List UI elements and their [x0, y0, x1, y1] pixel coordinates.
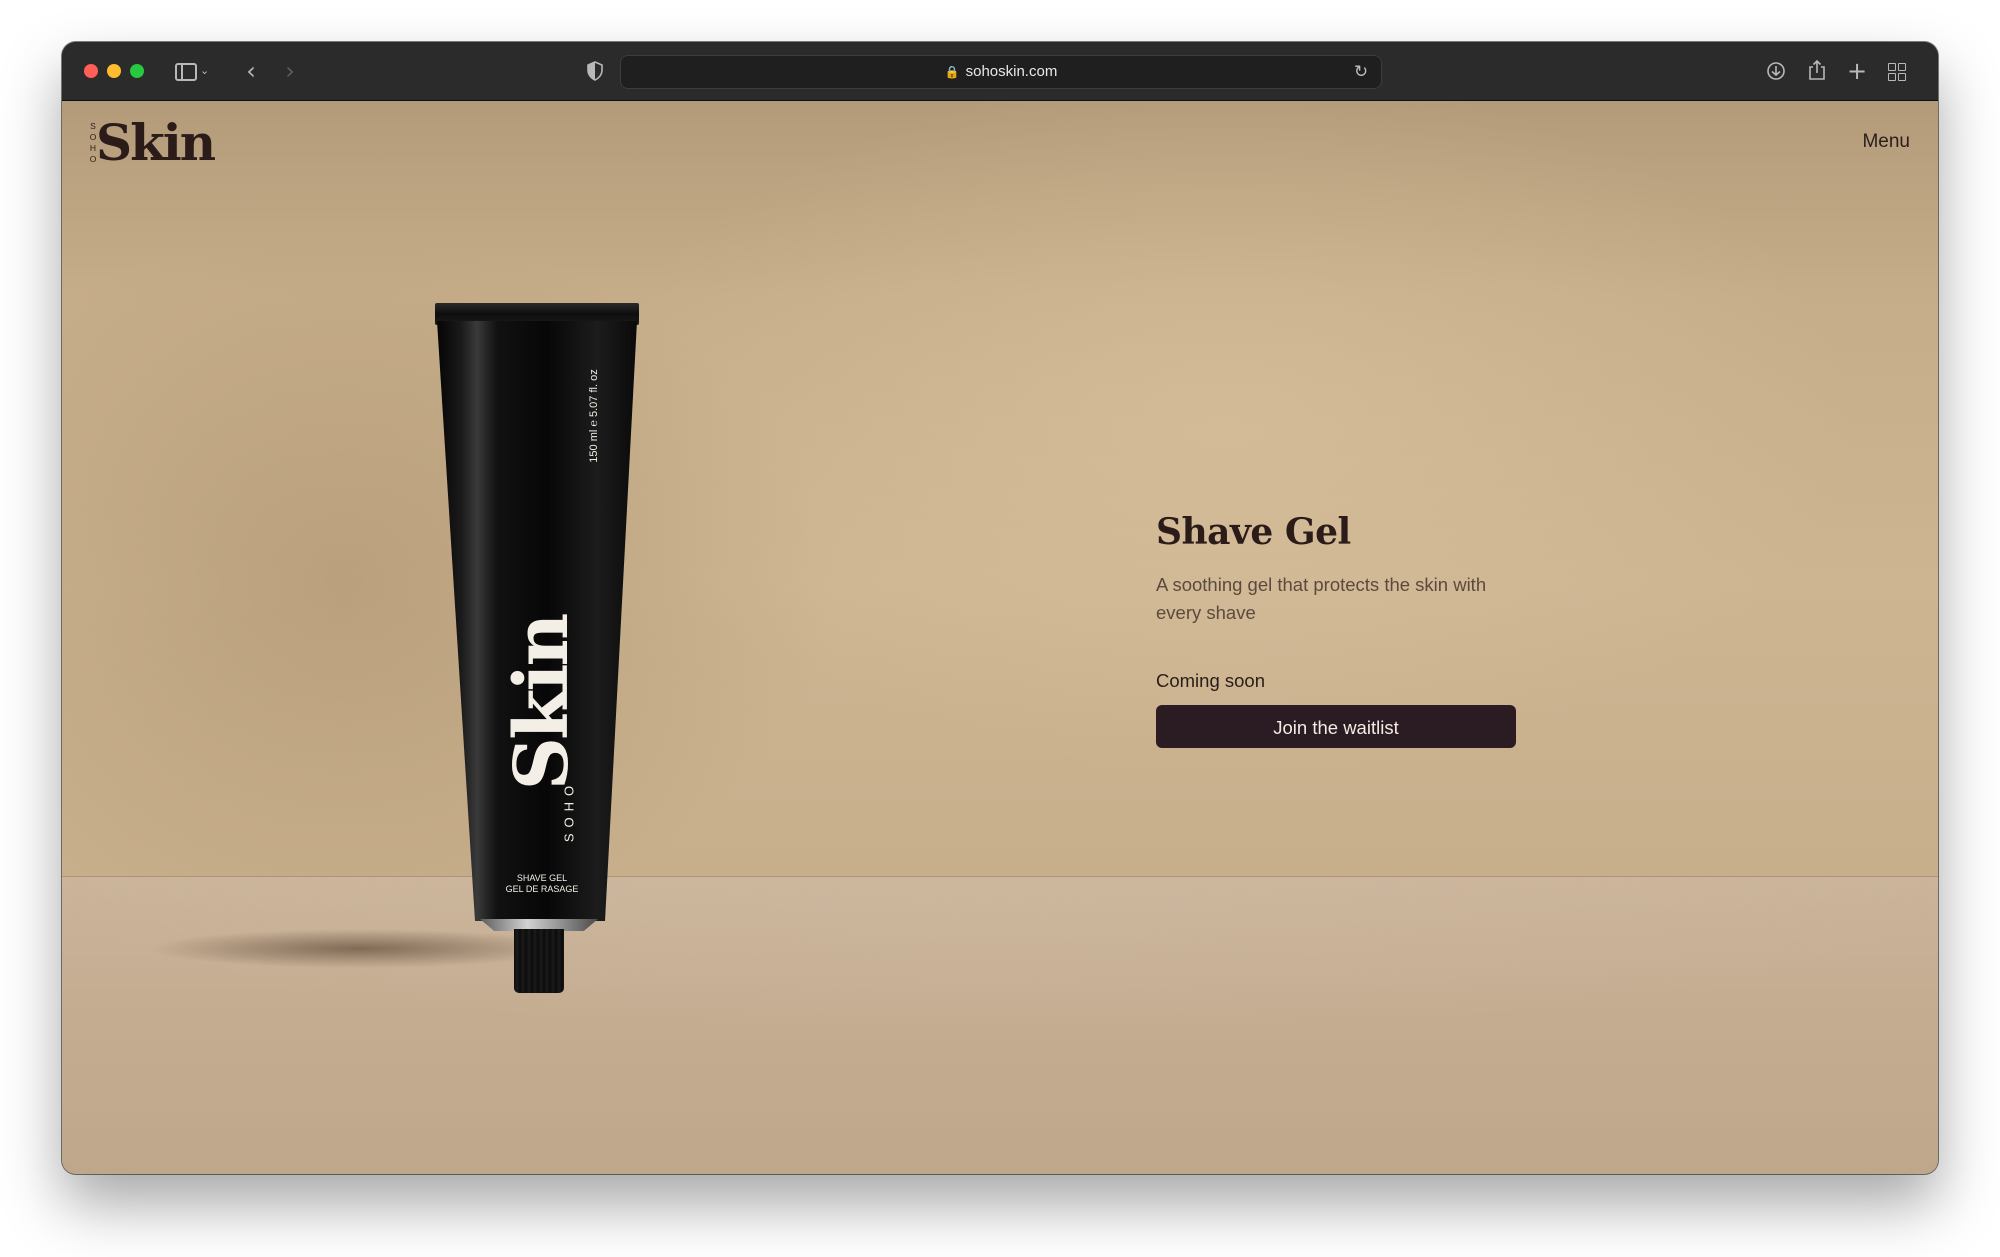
- close-window-button[interactable]: [84, 64, 98, 78]
- tube-product-name: SHAVE GEL GEL DE RASAGE: [482, 873, 602, 895]
- url-text: sohoskin.com: [965, 63, 1058, 80]
- tube-name-fr: GEL DE RASAGE: [505, 884, 579, 894]
- reload-icon: ↻: [1353, 62, 1369, 82]
- share-button[interactable]: [1802, 58, 1832, 84]
- plus-icon: +: [1846, 57, 1868, 85]
- new-tab-button[interactable]: +: [1842, 58, 1872, 84]
- minimize-window-button[interactable]: [107, 64, 121, 78]
- tube-volume-label: 150 ml ℮ 5.07 fl. oz: [588, 369, 600, 463]
- tube-name-en: SHAVE GEL: [516, 873, 568, 883]
- maximize-window-button[interactable]: [130, 64, 144, 78]
- downloads-button[interactable]: [1761, 58, 1791, 84]
- menu-button[interactable]: Menu: [1862, 131, 1910, 153]
- sidebar-toggle-icon: [175, 63, 197, 81]
- product-info: Shave Gel A soothing gel that protects t…: [1156, 511, 1536, 748]
- forward-button[interactable]: ›: [275, 58, 305, 84]
- logo-skin-text: Skin: [96, 113, 216, 172]
- privacy-report-button[interactable]: [580, 58, 610, 84]
- share-icon: [1809, 59, 1825, 80]
- lock-icon: 🔒: [944, 65, 960, 79]
- browser-toolbar: ⌄ ‹ › 🔒 sohoskin.com ↻ +: [62, 42, 1938, 101]
- tab-overview-button[interactable]: [1882, 58, 1912, 84]
- chevron-left-icon: ‹: [246, 57, 256, 85]
- join-waitlist-button[interactable]: Join the waitlist: [1156, 705, 1516, 748]
- product-title: Shave Gel: [1156, 511, 1351, 553]
- chevron-right-icon: ›: [285, 57, 295, 85]
- tube-brand-small-label: SOHO: [561, 779, 577, 843]
- hero-section: S O H O Skin Menu 150 ml ℮ 5.07 fl. oz S…: [62, 101, 1938, 1174]
- back-button[interactable]: ‹: [236, 58, 266, 84]
- tube-brand-label: Skin: [499, 615, 585, 791]
- product-image: 150 ml ℮ 5.07 fl. oz Skin SOHO SHAVE GEL…: [432, 303, 662, 1003]
- sidebar-toggle-button[interactable]: ⌄: [172, 58, 212, 84]
- product-status: Coming soon: [1156, 670, 1266, 691]
- address-bar[interactable]: 🔒 sohoskin.com ↻: [620, 55, 1382, 89]
- shield-icon: [587, 61, 603, 81]
- download-icon: [1767, 62, 1785, 80]
- tube-cap: [514, 929, 564, 993]
- chevron-down-icon: ⌄: [200, 64, 210, 77]
- product-description: A soothing gel that protects the skin wi…: [1156, 574, 1487, 623]
- reload-button[interactable]: ↻: [1349, 59, 1373, 85]
- browser-window: ⌄ ‹ › 🔒 sohoskin.com ↻ + S O H O Skin Me…: [62, 42, 1938, 1174]
